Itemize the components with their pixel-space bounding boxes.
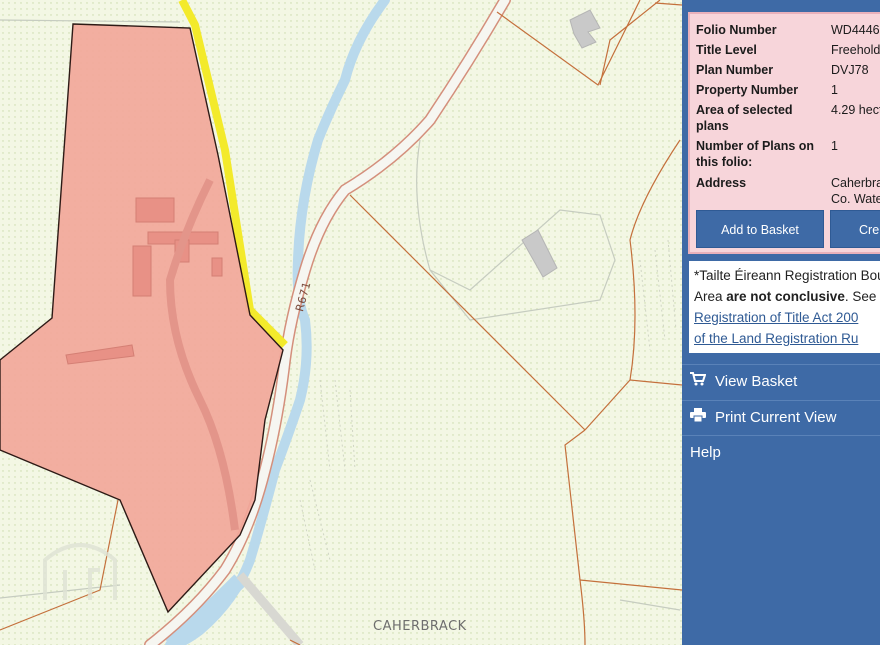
note-text: Area	[694, 289, 727, 304]
printer-icon	[690, 400, 708, 436]
field-value: 1	[831, 139, 838, 153]
field-label: Folio Number	[696, 23, 777, 37]
view-basket-menu-item[interactable]: View Basket	[682, 364, 880, 400]
field-label: Title Level	[696, 43, 757, 57]
field-value: WD4446	[831, 23, 880, 37]
field-label: Address	[696, 176, 747, 190]
field-value: DVJ78	[831, 63, 869, 77]
add-to-basket-button[interactable]: Add to Basket	[696, 210, 824, 248]
cart-icon	[690, 364, 708, 400]
field-label: Plan Number	[696, 63, 774, 77]
land-registration-rules-link[interactable]: of the Land Registration Ru	[694, 331, 858, 346]
field-value: 1	[831, 83, 838, 97]
note-text: . See	[844, 289, 880, 304]
note-line3: Registration of Title Act 200	[694, 307, 880, 328]
note-line1: *Tailte Éireann Registration Bou	[694, 268, 880, 283]
registration-act-link[interactable]: Registration of Title Act 200	[694, 310, 858, 325]
print-current-view-menu-item[interactable]: Print Current View	[682, 400, 880, 436]
help-label: Help	[690, 444, 721, 461]
help-menu-item[interactable]: Help	[682, 435, 880, 471]
print-current-view-label: Print Current View	[715, 409, 837, 426]
note-line4: of the Land Registration Ru	[694, 328, 880, 349]
field-value: 4.29 hect	[831, 103, 880, 117]
place-label: CAHERBRACK	[373, 619, 467, 634]
registration-note: *Tailte Éireann Registration Bou Area ar…	[688, 260, 880, 354]
field-value: Freehold	[831, 43, 880, 57]
field-value: Caherbrack	[831, 176, 880, 190]
field-label: Area of selected plans	[696, 103, 793, 133]
view-basket-label: View Basket	[715, 373, 798, 390]
note-bold: are not conclusive	[726, 289, 845, 304]
map-canvas[interactable]	[0, 0, 682, 645]
map-view[interactable]: R671 CAHERBRACK	[0, 0, 682, 645]
field-label: Property Number	[696, 83, 799, 97]
create-button[interactable]: Cre	[830, 210, 880, 248]
note-line2: Area are not conclusive. See S	[694, 286, 880, 307]
field-label: Number of Plans on this folio:	[696, 139, 815, 169]
side-panel: Folio Number WD4446 Title Level Freehold…	[682, 0, 880, 645]
field-value-line2: Co. Wate	[831, 192, 880, 206]
folio-info-box: Folio Number WD4446 Title Level Freehold…	[688, 12, 880, 254]
